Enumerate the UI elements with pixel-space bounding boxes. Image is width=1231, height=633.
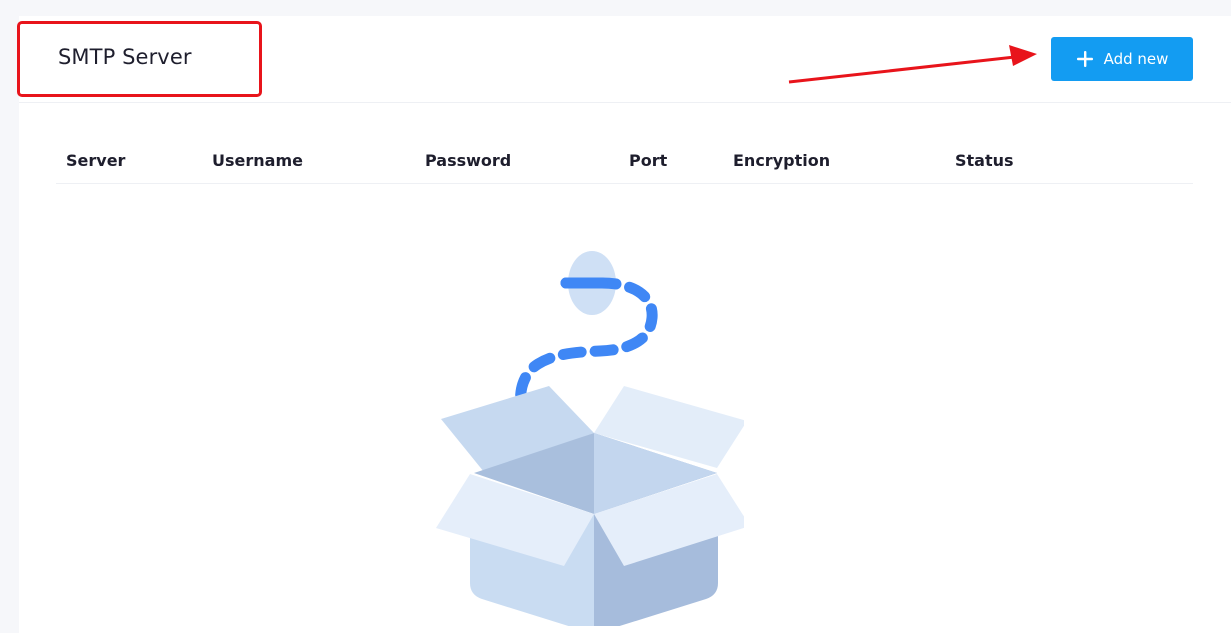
- plus-icon: [1076, 51, 1093, 67]
- column-header-port: Port: [629, 151, 668, 170]
- smtp-server-page: SMTP Server Add new Server Username Pass…: [17, 16, 1231, 633]
- empty-box-illustration: [436, 251, 744, 626]
- add-new-button[interactable]: Add new: [1051, 37, 1193, 81]
- column-header-server: Server: [66, 151, 126, 170]
- column-header-username: Username: [212, 151, 303, 170]
- annotation-arrow: [788, 45, 1037, 84]
- page-title: SMTP Server: [58, 45, 192, 69]
- page-header: SMTP Server Add new: [17, 16, 1231, 103]
- column-header-status: Status: [955, 151, 1014, 170]
- add-new-label: Add new: [1103, 50, 1169, 68]
- column-header-password: Password: [425, 151, 512, 170]
- column-header-encryption: Encryption: [733, 151, 831, 170]
- table-header: Server Username Password Port Encryption…: [56, 131, 1193, 184]
